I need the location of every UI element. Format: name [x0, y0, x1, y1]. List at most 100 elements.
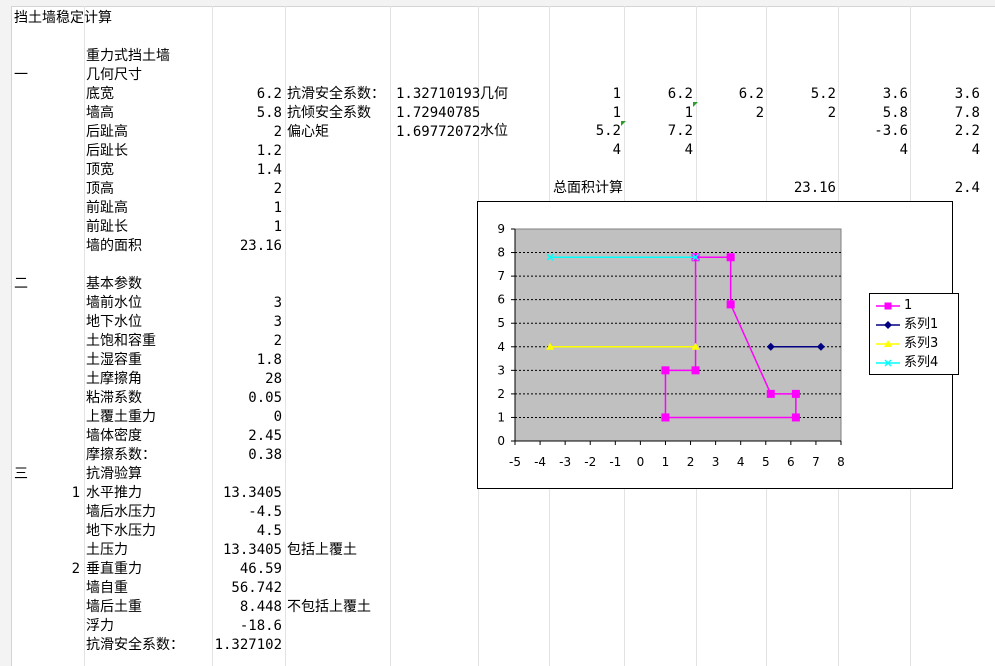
row-note[interactable]: 抗倾安全系数 — [287, 104, 371, 123]
row-value[interactable]: 23.16 — [214, 237, 282, 256]
row-name[interactable]: 重力式挡土墙 — [86, 47, 170, 66]
grid-cell[interactable]: 5.8 — [842, 104, 908, 123]
row-note[interactable]: 偏心矩 — [287, 123, 329, 142]
row-name[interactable]: 土湿容重 — [86, 351, 142, 370]
grid-cell[interactable]: 7.2 — [627, 122, 693, 141]
row-label[interactable]: 一 — [14, 66, 28, 85]
row-value[interactable]: 3 — [214, 313, 282, 332]
row-name[interactable]: 前趾长 — [86, 218, 128, 237]
row-note[interactable]: 包括上覆土 — [287, 541, 357, 560]
row-value[interactable]: 1 — [214, 218, 282, 237]
row-name[interactable]: 浮力 — [86, 617, 114, 636]
area-value[interactable]: 23.16 — [770, 179, 836, 198]
row-name[interactable]: 基本参数 — [86, 275, 142, 294]
row-note-value[interactable]: 1.72940785 — [396, 104, 480, 123]
row-value[interactable]: 1 — [214, 199, 282, 218]
grid-cell[interactable]: 2 — [770, 104, 836, 123]
row-value[interactable]: 46.59 — [214, 560, 282, 579]
row-note[interactable]: 抗滑安全系数： — [287, 85, 385, 104]
row-name[interactable]: 土饱和容重 — [86, 332, 156, 351]
grid-cell[interactable]: 6.2 — [627, 85, 693, 104]
area-label[interactable]: 总面积计算 — [553, 179, 623, 198]
grid-cell[interactable]: 2 — [698, 104, 764, 123]
row-value[interactable]: 28 — [214, 370, 282, 389]
row-name[interactable]: 地下水位 — [86, 313, 142, 332]
grid-cell[interactable]: 7.8 — [914, 104, 980, 123]
water-label[interactable]: 水位 — [480, 122, 508, 141]
row-label[interactable]: 二 — [14, 275, 28, 294]
row-value[interactable]: 2 — [214, 123, 282, 142]
column-header-bar[interactable] — [0, 0, 995, 7]
row-name[interactable]: 顶高 — [86, 180, 114, 199]
grid-cell[interactable]: 5.2 — [770, 85, 836, 104]
grid-cell[interactable]: 4 — [555, 141, 621, 160]
row-note-value[interactable]: 1.32710193 — [396, 85, 480, 104]
row-label[interactable]: 1 — [40, 484, 80, 503]
row-value[interactable]: 2 — [214, 332, 282, 351]
geom-label[interactable]: 几何 — [480, 85, 508, 104]
row-name[interactable]: 粘滞系数 — [86, 389, 142, 408]
row-value[interactable]: 0 — [214, 408, 282, 427]
grid-cell[interactable]: 4 — [627, 141, 693, 160]
row-name[interactable]: 前趾高 — [86, 199, 128, 218]
row-name[interactable]: 墙体密度 — [86, 427, 142, 446]
row-value[interactable]: 2.45 — [214, 427, 282, 446]
row-name[interactable]: 土压力 — [86, 541, 128, 560]
row-value[interactable]: 1.4 — [214, 161, 282, 180]
row-value[interactable]: 1.327102 — [214, 636, 282, 655]
grid-cell[interactable]: 1 — [555, 85, 621, 104]
row-name[interactable]: 顶宽 — [86, 161, 114, 180]
grid-cell[interactable]: 1 — [627, 104, 693, 123]
row-name[interactable]: 上覆土重力 — [86, 408, 156, 427]
row-value[interactable]: 56.742 — [214, 579, 282, 598]
row-name[interactable]: 墙自重 — [86, 579, 128, 598]
grid-cell[interactable]: 2.2 — [914, 122, 980, 141]
grid-cell[interactable]: -3.6 — [842, 122, 908, 141]
row-name[interactable]: 地下水压力 — [86, 522, 156, 541]
row-header-bar[interactable] — [0, 6, 12, 666]
row-value[interactable]: 1.2 — [214, 142, 282, 161]
row-value[interactable]: 4.5 — [214, 522, 282, 541]
row-name[interactable]: 后趾长 — [86, 142, 128, 161]
grid-cell[interactable]: 3.6 — [914, 85, 980, 104]
row-value[interactable]: -18.6 — [214, 617, 282, 636]
row-name[interactable]: 土摩擦角 — [86, 370, 142, 389]
row-value[interactable]: 3 — [214, 294, 282, 313]
row-value[interactable]: -4.5 — [214, 503, 282, 522]
row-value[interactable]: 0.05 — [214, 389, 282, 408]
chart-legend[interactable]: 1 系列1 系列3 系列4 — [869, 293, 959, 375]
row-name[interactable]: 墙高 — [86, 104, 114, 123]
row-value[interactable]: 5.8 — [214, 104, 282, 123]
grid-cell[interactable]: 6.2 — [698, 85, 764, 104]
row-label[interactable]: 2 — [40, 560, 80, 579]
row-name[interactable]: 抗滑安全系数： — [86, 636, 184, 655]
row-note-value[interactable]: 1.69772072 — [396, 123, 480, 142]
row-name[interactable]: 后趾高 — [86, 123, 128, 142]
row-value[interactable]: 13.3405 — [214, 484, 282, 503]
grid-cell[interactable]: 3.6 — [842, 85, 908, 104]
row-name[interactable]: 底宽 — [86, 85, 114, 104]
row-value[interactable]: 6.2 — [214, 85, 282, 104]
row-name[interactable]: 垂直重力 — [86, 560, 142, 579]
row-name[interactable]: 几何尺寸 — [86, 66, 142, 85]
grid-cell[interactable]: 4 — [842, 141, 908, 160]
row-label[interactable]: 三 — [14, 465, 28, 484]
area-value-2[interactable]: 2.4 — [912, 179, 980, 198]
row-note[interactable]: 不包括上覆土 — [287, 598, 371, 617]
row-name[interactable]: 墙的面积 — [86, 237, 142, 256]
row-value[interactable]: 13.3405 — [214, 541, 282, 560]
grid-cell[interactable]: 4 — [914, 141, 980, 160]
row-name[interactable]: 墙后水压力 — [86, 503, 156, 522]
row-name[interactable]: 墙后土重 — [86, 598, 142, 617]
grid-cell[interactable]: 1 — [555, 104, 621, 123]
row-name[interactable]: 抗滑验算 — [86, 465, 142, 484]
row-value[interactable]: 2 — [214, 180, 282, 199]
row-name[interactable]: 摩擦系数： — [86, 446, 156, 465]
row-value[interactable]: 1.8 — [214, 351, 282, 370]
row-value[interactable]: 0.38 — [214, 446, 282, 465]
row-value[interactable]: 8.448 — [214, 598, 282, 617]
row-name[interactable]: 水平推力 — [86, 484, 142, 503]
sheet-title[interactable]: 挡土墙稳定计算 — [14, 9, 112, 28]
row-name[interactable]: 墙前水位 — [86, 294, 142, 313]
chart[interactable]: 0 1 2 3 4 5 6 7 8 9 -5 -4 -3 -2 -1 0 1 2 3 4 5 6 7 8 1 系列1 系列3 系列4 — [477, 201, 959, 489]
